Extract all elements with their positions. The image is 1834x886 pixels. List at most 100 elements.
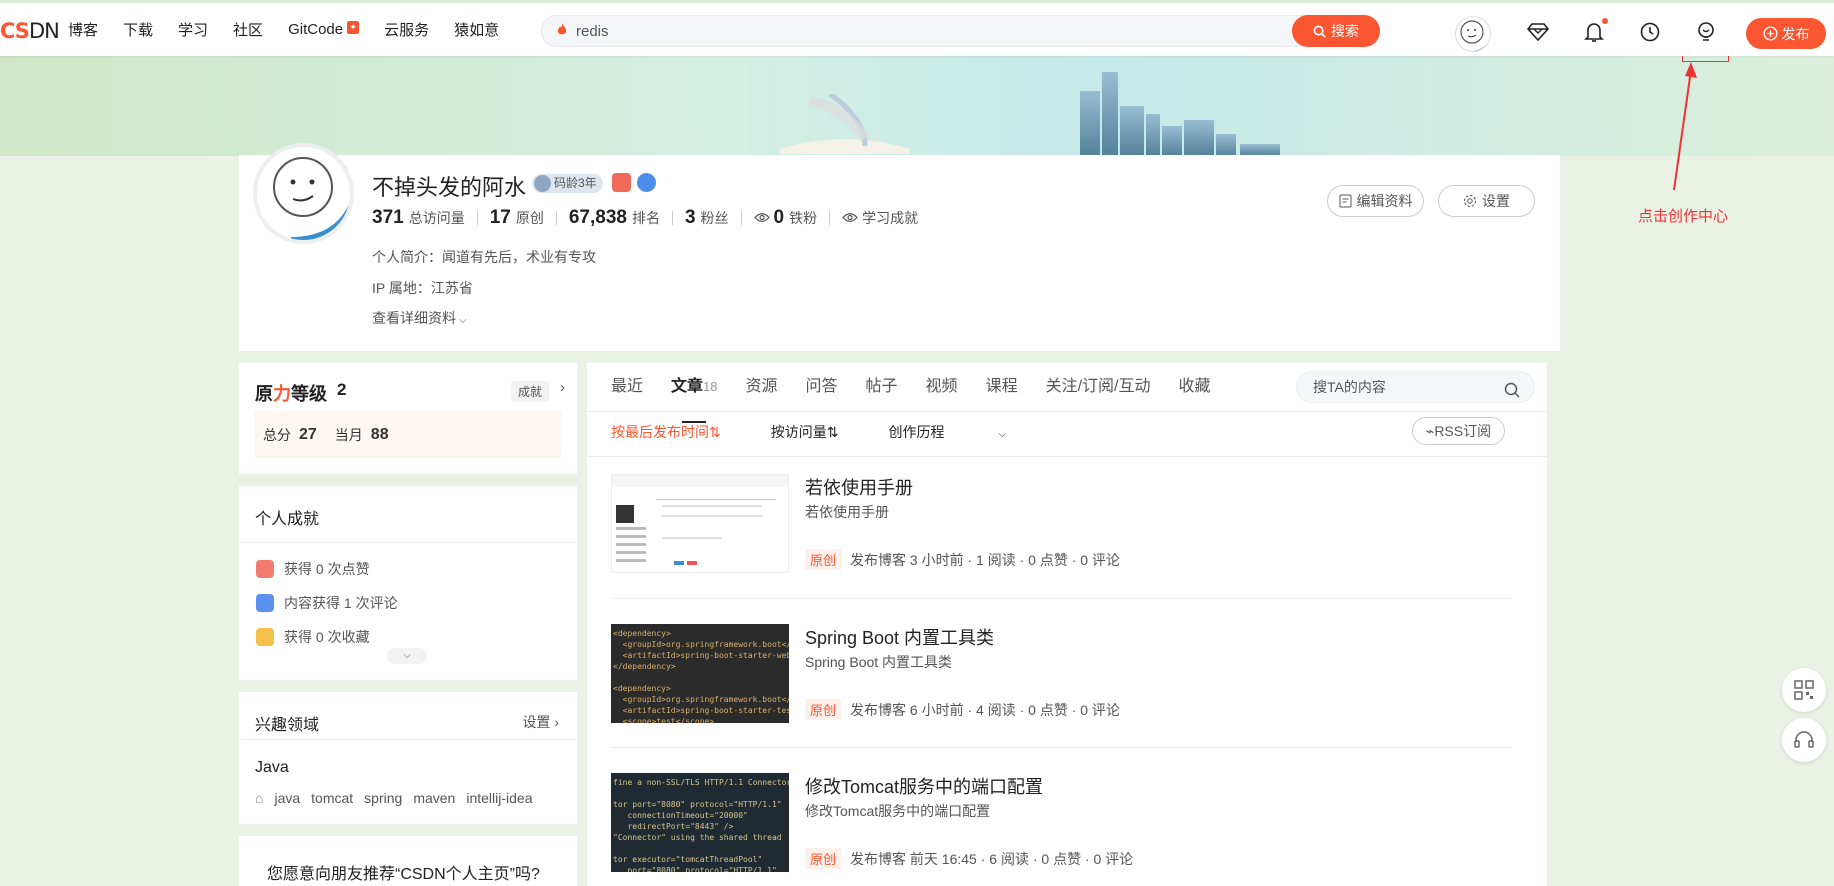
- search-icon[interactable]: [1504, 378, 1520, 408]
- creation-center-bulb-icon[interactable]: [1692, 18, 1720, 46]
- article-item[interactable]: fine a non-SSL/TLS HTTP/1.1 Connector to…: [611, 773, 1511, 883]
- tab-articles-label: 文章: [671, 378, 704, 395]
- interest-settings-link[interactable]: 设置 ›: [522, 712, 559, 732]
- content-tabs: 最近 文章18 资源 问答 帖子 视频 课程 关注/订阅/互动 收藏: [611, 375, 1239, 423]
- interest-tag[interactable]: tomcat: [311, 790, 353, 806]
- profile-avatar[interactable]: [253, 143, 354, 244]
- history-clock-icon[interactable]: [1636, 18, 1664, 46]
- stat-fans-label: 粉丝: [700, 210, 729, 226]
- notification-dot: [1602, 18, 1608, 24]
- publish-button-label: 发布: [1781, 25, 1810, 42]
- interest-tag[interactable]: maven: [413, 790, 455, 806]
- csdn-logo[interactable]: CSDN: [0, 19, 60, 43]
- search-input[interactable]: [576, 21, 1216, 41]
- stat-rank-value: 67,838: [568, 207, 627, 228]
- level-title: 原力等级: [255, 384, 327, 404]
- content-search-input[interactable]: 搜TA的内容: [1296, 371, 1535, 403]
- nav-blog[interactable]: 博客: [68, 19, 98, 40]
- user-avatar[interactable]: [1455, 16, 1491, 52]
- article-title[interactable]: 若依使用手册: [805, 474, 913, 500]
- profile-banner: [0, 56, 1834, 156]
- article-item[interactable]: 若依使用手册 若依使用手册 原创 发布博客 3 小时前 · 1 阅读 · 0 点赞…: [611, 474, 1511, 584]
- interest-domain: Java: [255, 759, 289, 776]
- tab-posts[interactable]: 帖子: [866, 375, 898, 413]
- article-thumbnail[interactable]: <dependency> <groupId>org.springframewor…: [611, 624, 789, 723]
- tab-favorites[interactable]: 收藏: [1178, 375, 1210, 413]
- article-title[interactable]: Spring Boot 内置工具类: [805, 624, 994, 650]
- tab-articles[interactable]: 文章18: [671, 375, 718, 423]
- chevron-down-icon: ⌵: [459, 315, 467, 326]
- settings-label: 设置: [1482, 193, 1510, 209]
- tab-courses[interactable]: 课程: [986, 375, 1018, 413]
- article-thumbnail[interactable]: fine a non-SSL/TLS HTTP/1.1 Connector to…: [611, 773, 789, 872]
- code-age-badge[interactable]: 码龄3年: [532, 174, 603, 193]
- sort-by-time[interactable]: 按最后发布时间⇅: [611, 422, 721, 442]
- nav-yuanruyi[interactable]: 猿如意: [454, 19, 499, 40]
- nav-gitcode-label: GitCode: [288, 21, 344, 38]
- tab-follow[interactable]: 关注/订阅/互动: [1046, 375, 1151, 413]
- annotation-arrow: [1673, 62, 1697, 191]
- plus-circle-icon: [1762, 26, 1778, 41]
- stat-ironfans-value: 0: [773, 207, 785, 228]
- bell-icon[interactable]: [1580, 18, 1608, 46]
- tab-resources[interactable]: 资源: [746, 375, 778, 413]
- article-meta-text: 发布博客 3 小时前 · 1 阅读 · 0 点赞 · 0 评论: [850, 551, 1120, 568]
- nav-cloud[interactable]: 云服务: [384, 19, 429, 40]
- view-details-link[interactable]: 查看详细资料 ⌵: [372, 308, 467, 328]
- sort-by-views[interactable]: 按访问量⇅: [771, 422, 839, 442]
- search-bar: 搜索: [541, 15, 1380, 47]
- profile-ip-location: IP 属地：江苏省: [372, 280, 473, 296]
- banner-book-illustration: [770, 91, 920, 154]
- achievements-title: 个人成就: [255, 511, 320, 528]
- publish-button[interactable]: 发布: [1746, 18, 1826, 49]
- code-age-label: 码龄3年: [554, 176, 597, 190]
- qrcode-icon: [1794, 680, 1814, 700]
- month-score-value: 88: [370, 425, 389, 443]
- expand-chevron-icon[interactable]: ⌵: [387, 648, 427, 664]
- achievement-button[interactable]: 成就: [510, 381, 549, 402]
- achievement-comments: 内容获得 1 次评论: [256, 593, 398, 613]
- creator-medal-icon[interactable]: [612, 173, 631, 192]
- rss-subscribe-button[interactable]: ⌁RSS订阅: [1412, 417, 1505, 445]
- achievements-card: 个人成就 获得 0 次点赞 内容获得 1 次评论 获得 0 次收藏 ⌵: [239, 486, 577, 680]
- month-score-label: 当月: [334, 426, 363, 443]
- hot-flame-icon: [557, 23, 567, 39]
- interest-tag[interactable]: java: [274, 790, 300, 806]
- chevron-down-icon: ⌵: [998, 429, 1006, 440]
- learn-eye-icon: [842, 210, 858, 226]
- article-meta: 原创 发布博客 6 小时前 · 4 阅读 · 0 点赞 · 0 评论: [805, 699, 1120, 720]
- creation-history-dropdown[interactable]: 创作历程 ⌵: [888, 422, 1055, 442]
- interest-tag[interactable]: intellij-idea: [466, 790, 532, 806]
- certified-badge-icon[interactable]: [637, 173, 656, 192]
- nav-learn[interactable]: 学习: [178, 19, 208, 40]
- original-tag: 原创: [805, 848, 842, 869]
- profile-name: 不掉头发的阿水: [372, 175, 527, 200]
- nav-gitcode[interactable]: GitCode ✦: [288, 21, 360, 38]
- article-thumbnail[interactable]: [611, 474, 789, 573]
- article-title[interactable]: 修改Tomcat服务中的端口配置: [805, 773, 1043, 799]
- search-button[interactable]: 搜索: [1292, 15, 1380, 47]
- article-desc: Spring Boot 内置工具类: [805, 654, 953, 670]
- nav-download[interactable]: 下载: [123, 19, 153, 40]
- customer-service-button[interactable]: [1782, 718, 1826, 762]
- headset-icon: [1794, 731, 1814, 748]
- edit-doc-icon: [1339, 194, 1351, 208]
- code-thumbnail-text: fine a non-SSL/TLS HTTP/1.1 Connector to…: [613, 778, 789, 872]
- content-panel: 最近 文章18 资源 问答 帖子 视频 课程 关注/订阅/互动 收藏 搜TA的内…: [587, 363, 1547, 886]
- article-item[interactable]: <dependency> <groupId>org.springframewor…: [611, 624, 1511, 734]
- tab-qa[interactable]: 问答: [806, 375, 838, 413]
- interest-tag[interactable]: spring: [364, 790, 402, 806]
- search-icon: [1313, 25, 1326, 38]
- tab-recent[interactable]: 最近: [611, 375, 643, 413]
- nav-community[interactable]: 社区: [233, 19, 263, 40]
- learning-achievement-link[interactable]: 学习成就: [862, 208, 918, 228]
- settings-button[interactable]: 设置: [1438, 185, 1535, 217]
- stat-ironfans-label: 铁粉: [789, 210, 818, 226]
- vip-diamond-icon[interactable]: [1524, 18, 1552, 46]
- qrcode-button[interactable]: [1782, 668, 1826, 712]
- tab-videos[interactable]: 视频: [926, 375, 958, 413]
- content-search-placeholder: 搜TA的内容: [1313, 379, 1386, 395]
- annotation-label: 点击创作中心: [1638, 208, 1729, 225]
- edit-profile-button[interactable]: 编辑资料: [1327, 185, 1424, 217]
- chevron-right-icon[interactable]: ›: [560, 379, 565, 396]
